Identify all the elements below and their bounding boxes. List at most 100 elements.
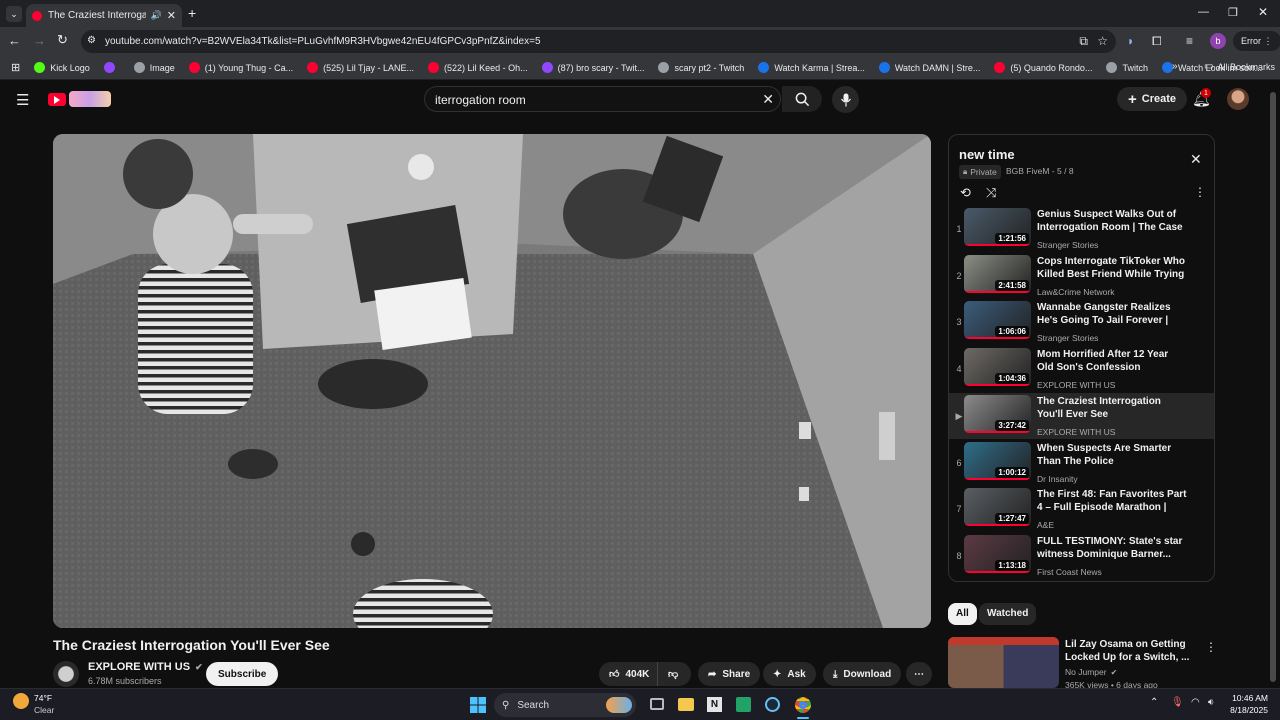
microphone-tray-icon[interactable]: 🎙︎ — [1171, 697, 1184, 708]
clear-search-icon[interactable]: ✕ — [762, 91, 774, 108]
playlist-more-icon[interactable]: ⋮ — [1194, 185, 1206, 199]
playlist-item-title[interactable]: Wannabe Gangster Realizes He's Going To … — [1037, 301, 1187, 327]
chip-all[interactable]: All — [948, 603, 977, 625]
extensions-puzzle-icon[interactable]: ⧠ — [1152, 34, 1162, 49]
volume-icon[interactable]: 🔉︎ — [1208, 697, 1214, 708]
chrome-icon[interactable] — [795, 697, 811, 713]
playlist-item-title[interactable]: Mom Horrified After 12 Year Old Son's Co… — [1037, 348, 1187, 374]
playlist-item-thumbnail[interactable]: 3:27:42 — [964, 394, 1031, 433]
profile-avatar[interactable]: b — [1210, 33, 1226, 49]
bookmark-star-icon[interactable]: ☆ — [1097, 34, 1108, 48]
maximize-icon[interactable]: ❐ — [1228, 6, 1238, 19]
playlist-item-thumbnail[interactable]: 1:21:56 — [964, 208, 1031, 246]
bookmark-item[interactable]: Watch Karma | Strea... — [758, 62, 865, 73]
channel-name-row[interactable]: EXPLORE WITH US ✔ — [88, 661, 203, 673]
task-view-icon[interactable] — [650, 698, 664, 710]
minimize-icon[interactable]: — — [1198, 6, 1209, 18]
bookmark-item[interactable]: (1) Young Thug - Ca... — [188, 62, 293, 73]
media-control-icon[interactable]: ≡ — [1186, 34, 1193, 48]
playlist-item-thumbnail[interactable]: 1:27:47 — [964, 488, 1031, 527]
extension-icon[interactable]: ◗ — [1127, 34, 1134, 48]
taskbar-search-box[interactable]: ⚲ Search — [494, 693, 636, 717]
playlist-item[interactable]: 1 1:21:56 Genius Suspect Walks Out of Inte… — [949, 206, 1214, 252]
taskbar-date[interactable]: 8/18/2025 — [1222, 705, 1268, 715]
playlist-item-thumbnail[interactable]: 1:13:18 — [964, 534, 1031, 573]
reload-icon[interactable]: ↻ — [57, 32, 68, 48]
chip-watched[interactable]: Watched — [979, 603, 1037, 625]
weather-temp[interactable]: 74°F — [34, 693, 52, 703]
close-playlist-icon[interactable]: ✕ — [1190, 151, 1202, 168]
playlist-item[interactable]: 4 1:04:36 Mom Horrified After 12 Year Old … — [949, 346, 1214, 392]
video-player[interactable] — [53, 134, 931, 628]
steam-icon[interactable] — [765, 697, 780, 712]
search-input[interactable]: iterrogation room ✕ — [424, 86, 781, 112]
apps-grid-icon[interactable]: ⊞ — [11, 61, 20, 74]
weather-condition[interactable]: Clear — [34, 705, 54, 715]
playlist-item-title[interactable]: When Suspects Are Smarter Than The Polic… — [1037, 442, 1187, 468]
forward-icon[interactable]: → — [33, 33, 46, 48]
playlist-item-title[interactable]: The First 48: Fan Favorites Part 4 – Ful… — [1037, 488, 1187, 514]
shuffle-icon[interactable]: ⤨ — [986, 185, 996, 201]
search-button[interactable] — [782, 86, 822, 112]
browser-tab[interactable]: The Craziest Interrogation Y 🔊 ✕ — [26, 4, 182, 27]
playlist-item-title[interactable]: Genius Suspect Walks Out of Interrogatio… — [1037, 208, 1187, 234]
bookmark-item[interactable]: (87) bro scary - Twit... — [541, 62, 644, 73]
playlist-item-thumbnail[interactable]: 1:00:12 — [964, 441, 1031, 480]
playlist-item-thumbnail[interactable]: 1:04:36 — [964, 348, 1031, 387]
share-button[interactable]: ➦ Share — [698, 662, 761, 686]
playlist-item-title[interactable]: The Craziest Interrogation You'll Ever S… — [1037, 395, 1187, 421]
playlist-item[interactable]: 6 1:00:12 When Suspects Are Smarter Than T… — [949, 440, 1214, 486]
tray-overflow-icon[interactable]: ⌃ — [1150, 697, 1158, 708]
playlist-item[interactable]: 2 2:41:58 Cops Interrogate TikToker Who Ki… — [949, 253, 1214, 299]
weather-sun-icon[interactable] — [13, 693, 29, 709]
new-tab-button[interactable]: + — [188, 5, 196, 21]
menu-icon[interactable]: ☰ — [16, 91, 29, 109]
create-button[interactable]: + Create — [1117, 87, 1188, 111]
like-button[interactable]: 👍︎ 404K — [599, 662, 657, 686]
recommended-title[interactable]: Lil Zay Osama on Getting Locked Up for a… — [1065, 638, 1195, 664]
playlist-item[interactable]: 7 1:27:47 The First 48: Fan Favorites Part… — [949, 486, 1214, 532]
bookmark-item[interactable]: scary pt2 - Twitch — [658, 62, 744, 73]
page-scrollbar[interactable] — [1270, 92, 1276, 682]
ask-button[interactable]: ✦ Ask — [763, 662, 816, 686]
playlist-item-title[interactable]: FULL TESTIMONY: State's star witness Dom… — [1037, 535, 1187, 561]
channel-avatar[interactable] — [53, 661, 79, 687]
windows-start-icon[interactable] — [470, 697, 486, 713]
playlist-item[interactable]: 8 1:13:18 FULL TESTIMONY: State's star wit… — [949, 533, 1214, 579]
more-bookmarks-icon[interactable]: » — [1172, 61, 1178, 72]
download-button[interactable]: ⤓ Download — [823, 662, 902, 686]
file-explorer-icon[interactable] — [678, 698, 694, 711]
error-button[interactable]: Error ⋮ — [1233, 31, 1280, 51]
playlist-owner-progress[interactable]: BGB FiveM - 5 / 8 — [1006, 166, 1074, 176]
subscribe-button[interactable]: Subscribe — [206, 662, 279, 686]
playlist-item[interactable]: ▶ 3:27:42 The Craziest Interrogation You'l… — [949, 392, 1214, 439]
tab-search-icon[interactable]: ⌄ — [6, 6, 22, 22]
install-app-icon[interactable]: ⧉ — [1079, 34, 1088, 49]
address-bar[interactable]: ⚙ youtube.com/watch?v=B2WVEla34Tk&list=P… — [81, 30, 1116, 53]
close-window-icon[interactable]: ✕ — [1258, 5, 1268, 19]
recommended-channel-row[interactable]: No Jumper ✔ — [1065, 667, 1117, 677]
site-info-icon[interactable]: ⚙ — [87, 35, 96, 46]
bookmark-item[interactable]: (522) Lil Keed - Oh... — [428, 62, 528, 73]
all-bookmarks-button[interactable]: ▭ All Bookmarks — [1204, 61, 1275, 72]
wifi-icon[interactable]: ◠ — [1191, 697, 1200, 708]
back-icon[interactable]: ← — [8, 33, 21, 48]
playlist-title[interactable]: new time — [959, 147, 1015, 162]
notion-icon[interactable]: N — [707, 697, 722, 712]
sheets-icon[interactable] — [736, 697, 751, 712]
bookmark-item[interactable]: Kick Logo — [34, 62, 90, 73]
close-tab-icon[interactable]: ✕ — [167, 9, 176, 22]
taskbar-time[interactable]: 10:46 AM — [1228, 693, 1268, 703]
bookmark-item[interactable]: (525) Lil Tjay - LANE... — [307, 62, 414, 73]
playlist-item[interactable]: 3 1:06:06 Wannabe Gangster Realizes He's G… — [949, 299, 1214, 345]
playlist-item-title[interactable]: Cops Interrogate TikToker Who Killed Bes… — [1037, 255, 1187, 281]
recommended-thumbnail[interactable] — [948, 637, 1059, 688]
playlist-item-thumbnail[interactable]: 1:06:06 — [964, 301, 1031, 340]
youtube-logo[interactable] — [48, 91, 112, 107]
speaker-icon[interactable]: 🔊 — [151, 10, 162, 21]
loop-icon[interactable]: ⟲ — [960, 185, 971, 201]
bookmark-item[interactable]: Watch DAMN | Stre... — [878, 62, 980, 73]
voice-search-button[interactable] — [832, 86, 859, 113]
more-actions-button[interactable]: ⋯ — [906, 662, 932, 686]
dislike-button[interactable]: 👎︎ — [657, 662, 691, 686]
